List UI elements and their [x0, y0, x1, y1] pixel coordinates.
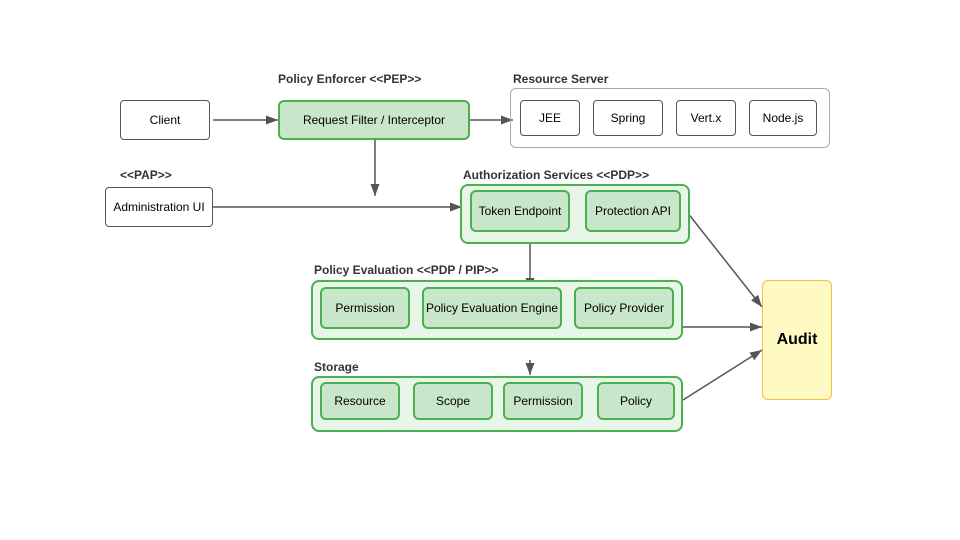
auth-services-label: Authorization Services <<PDP>> — [463, 168, 649, 182]
vertx-box: Vert.x — [676, 100, 736, 136]
diagram-container: Client Policy Enforcer <<PEP>> Request F… — [0, 0, 960, 540]
pep-label: Policy Enforcer <<PEP>> — [278, 72, 421, 86]
storage-label: Storage — [314, 360, 359, 374]
resource-box: Resource — [320, 382, 400, 420]
request-filter-box: Request Filter / Interceptor — [278, 100, 470, 140]
pap-label: <<PAP>> — [120, 168, 172, 182]
resource-server-label: Resource Server — [513, 72, 608, 86]
client-box: Client — [120, 100, 210, 140]
admin-ui-box: Administration UI — [105, 187, 213, 227]
protection-api-box: Protection API — [585, 190, 681, 232]
permission2-box: Permission — [503, 382, 583, 420]
permission-box: Permission — [320, 287, 410, 329]
policy-provider-box: Policy Provider — [574, 287, 674, 329]
nodejs-box: Node.js — [749, 100, 817, 136]
policy-box: Policy — [597, 382, 675, 420]
audit-box: Audit — [762, 280, 832, 400]
jee-box: JEE — [520, 100, 580, 136]
scope-box: Scope — [413, 382, 493, 420]
policy-eval-engine-box: Policy Evaluation Engine — [422, 287, 562, 329]
token-endpoint-box: Token Endpoint — [470, 190, 570, 232]
policy-eval-label: Policy Evaluation <<PDP / PIP>> — [314, 263, 499, 277]
spring-box: Spring — [593, 100, 663, 136]
